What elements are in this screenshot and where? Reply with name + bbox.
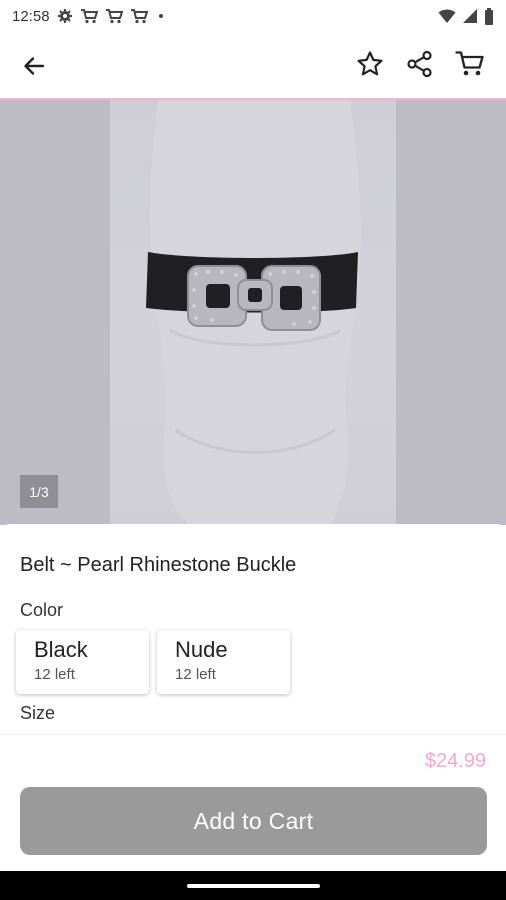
product-price: $24.99 xyxy=(424,750,486,772)
cart-notification-icon xyxy=(80,8,98,24)
cart-notification-icon xyxy=(105,8,123,24)
size-label: Size xyxy=(20,703,56,723)
product-image xyxy=(146,100,361,525)
back-arrow-icon[interactable] xyxy=(18,50,50,82)
color-option-name: Black xyxy=(34,637,88,662)
star-icon[interactable] xyxy=(354,48,386,80)
top-bar-actions xyxy=(354,48,486,80)
color-option-stock: 12 left xyxy=(34,666,75,683)
color-options: Black 12 left Nude 12 left xyxy=(16,630,290,694)
add-to-cart-button[interactable]: Add to Cart xyxy=(20,787,487,855)
status-bar: 12:58 xyxy=(0,0,506,32)
product-options-sheet: Belt ~ Pearl Rhinestone Buckle Color Bla… xyxy=(0,524,506,734)
cart-notification-icon xyxy=(130,8,148,24)
image-page-indicator: 1/3 xyxy=(20,475,58,508)
color-option-stock: 12 left xyxy=(175,666,216,683)
product-image-carousel[interactable]: 1/3 xyxy=(0,100,506,525)
status-right xyxy=(438,7,494,25)
system-nav-bar xyxy=(0,871,506,900)
home-gesture-handle[interactable] xyxy=(187,884,320,888)
top-app-bar xyxy=(0,32,506,98)
color-option-name: Nude xyxy=(175,637,228,662)
status-time: 12:58 xyxy=(12,7,50,25)
wifi-icon xyxy=(438,8,456,24)
product-title: Belt ~ Pearl Rhinestone Buckle xyxy=(20,554,297,576)
cart-icon[interactable] xyxy=(454,48,486,80)
color-option-nude[interactable]: Nude 12 left xyxy=(157,630,290,694)
status-left: 12:58 xyxy=(12,8,167,25)
dot-icon xyxy=(155,8,167,24)
color-label: Color xyxy=(20,600,64,620)
purchase-footer: $24.99 Add to Cart xyxy=(0,734,506,871)
color-option-black[interactable]: Black 12 left xyxy=(16,630,149,694)
settings-icon xyxy=(57,8,73,24)
signal-icon xyxy=(462,8,478,24)
battery-icon xyxy=(484,7,494,25)
share-icon[interactable] xyxy=(404,48,436,80)
